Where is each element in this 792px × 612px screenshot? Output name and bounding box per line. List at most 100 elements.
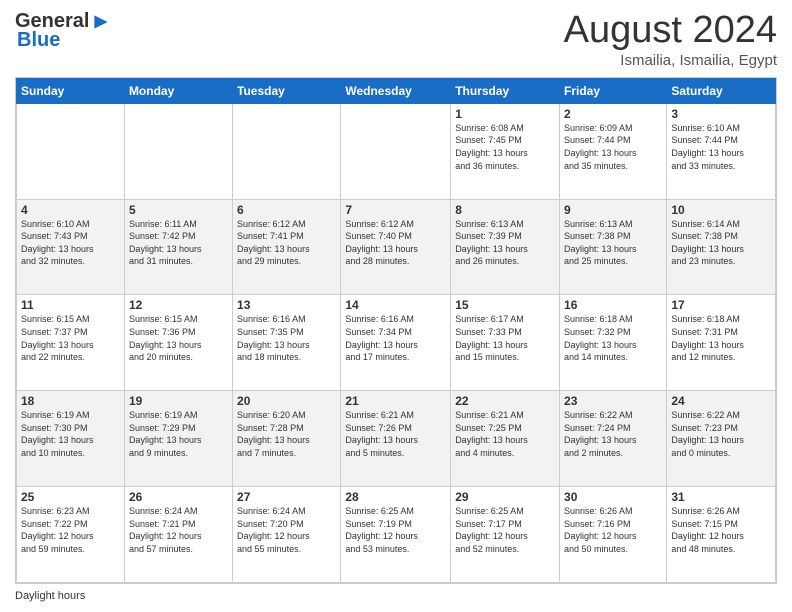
day-info: Sunrise: 6:20 AM Sunset: 7:28 PM Dayligh… xyxy=(237,409,336,459)
day-info: Sunrise: 6:23 AM Sunset: 7:22 PM Dayligh… xyxy=(21,505,120,555)
day-cell: 14Sunrise: 6:16 AM Sunset: 7:34 PM Dayli… xyxy=(341,295,451,391)
day-info: Sunrise: 6:10 AM Sunset: 7:43 PM Dayligh… xyxy=(21,218,120,268)
day-info: Sunrise: 6:19 AM Sunset: 7:30 PM Dayligh… xyxy=(21,409,120,459)
week-row-0: 1Sunrise: 6:08 AM Sunset: 7:45 PM Daylig… xyxy=(17,103,776,199)
day-cell: 26Sunrise: 6:24 AM Sunset: 7:21 PM Dayli… xyxy=(124,487,232,583)
day-info: Sunrise: 6:22 AM Sunset: 7:24 PM Dayligh… xyxy=(564,409,662,459)
day-number: 23 xyxy=(564,394,662,408)
day-info: Sunrise: 6:26 AM Sunset: 7:16 PM Dayligh… xyxy=(564,505,662,555)
weekday-header-saturday: Saturday xyxy=(667,78,776,103)
day-info: Sunrise: 6:14 AM Sunset: 7:38 PM Dayligh… xyxy=(671,218,771,268)
day-cell: 8Sunrise: 6:13 AM Sunset: 7:39 PM Daylig… xyxy=(451,199,560,295)
day-info: Sunrise: 6:15 AM Sunset: 7:36 PM Dayligh… xyxy=(129,313,228,363)
weekday-header-tuesday: Tuesday xyxy=(233,78,341,103)
title-area: August 2024 Ismailia, Ismailia, Egypt xyxy=(564,10,777,69)
day-number: 22 xyxy=(455,394,555,408)
day-info: Sunrise: 6:25 AM Sunset: 7:19 PM Dayligh… xyxy=(345,505,446,555)
day-number: 4 xyxy=(21,203,120,217)
daylight-label: Daylight hours xyxy=(15,590,85,602)
day-info: Sunrise: 6:22 AM Sunset: 7:23 PM Dayligh… xyxy=(671,409,771,459)
day-cell: 21Sunrise: 6:21 AM Sunset: 7:26 PM Dayli… xyxy=(341,391,451,487)
day-number: 14 xyxy=(345,298,446,312)
day-info: Sunrise: 6:15 AM Sunset: 7:37 PM Dayligh… xyxy=(21,313,120,363)
day-cell: 16Sunrise: 6:18 AM Sunset: 7:32 PM Dayli… xyxy=(560,295,667,391)
day-info: Sunrise: 6:13 AM Sunset: 7:38 PM Dayligh… xyxy=(564,218,662,268)
day-number: 26 xyxy=(129,490,228,504)
footer: Daylight hours xyxy=(15,590,777,602)
day-number: 12 xyxy=(129,298,228,312)
day-number: 20 xyxy=(237,394,336,408)
day-cell: 1Sunrise: 6:08 AM Sunset: 7:45 PM Daylig… xyxy=(451,103,560,199)
day-info: Sunrise: 6:24 AM Sunset: 7:20 PM Dayligh… xyxy=(237,505,336,555)
calendar-body: 1Sunrise: 6:08 AM Sunset: 7:45 PM Daylig… xyxy=(17,103,776,582)
day-number: 5 xyxy=(129,203,228,217)
day-number: 21 xyxy=(345,394,446,408)
day-info: Sunrise: 6:16 AM Sunset: 7:34 PM Dayligh… xyxy=(345,313,446,363)
day-cell: 4Sunrise: 6:10 AM Sunset: 7:43 PM Daylig… xyxy=(17,199,125,295)
day-info: Sunrise: 6:24 AM Sunset: 7:21 PM Dayligh… xyxy=(129,505,228,555)
day-cell: 28Sunrise: 6:25 AM Sunset: 7:19 PM Dayli… xyxy=(341,487,451,583)
day-number: 30 xyxy=(564,490,662,504)
week-row-1: 4Sunrise: 6:10 AM Sunset: 7:43 PM Daylig… xyxy=(17,199,776,295)
day-info: Sunrise: 6:12 AM Sunset: 7:40 PM Dayligh… xyxy=(345,218,446,268)
day-cell: 6Sunrise: 6:12 AM Sunset: 7:41 PM Daylig… xyxy=(233,199,341,295)
day-cell: 15Sunrise: 6:17 AM Sunset: 7:33 PM Dayli… xyxy=(451,295,560,391)
day-info: Sunrise: 6:18 AM Sunset: 7:32 PM Dayligh… xyxy=(564,313,662,363)
day-cell: 13Sunrise: 6:16 AM Sunset: 7:35 PM Dayli… xyxy=(233,295,341,391)
weekday-header-thursday: Thursday xyxy=(451,78,560,103)
day-cell: 27Sunrise: 6:24 AM Sunset: 7:20 PM Dayli… xyxy=(233,487,341,583)
day-info: Sunrise: 6:25 AM Sunset: 7:17 PM Dayligh… xyxy=(455,505,555,555)
day-cell: 17Sunrise: 6:18 AM Sunset: 7:31 PM Dayli… xyxy=(667,295,776,391)
day-number: 29 xyxy=(455,490,555,504)
day-cell xyxy=(233,103,341,199)
day-cell: 5Sunrise: 6:11 AM Sunset: 7:42 PM Daylig… xyxy=(124,199,232,295)
day-cell: 10Sunrise: 6:14 AM Sunset: 7:38 PM Dayli… xyxy=(667,199,776,295)
weekday-row: SundayMondayTuesdayWednesdayThursdayFrid… xyxy=(17,78,776,103)
day-number: 31 xyxy=(671,490,771,504)
day-number: 3 xyxy=(671,107,771,121)
weekday-header-sunday: Sunday xyxy=(17,78,125,103)
day-number: 6 xyxy=(237,203,336,217)
day-cell: 9Sunrise: 6:13 AM Sunset: 7:38 PM Daylig… xyxy=(560,199,667,295)
day-info: Sunrise: 6:21 AM Sunset: 7:25 PM Dayligh… xyxy=(455,409,555,459)
calendar-table: SundayMondayTuesdayWednesdayThursdayFrid… xyxy=(16,78,776,583)
day-cell: 7Sunrise: 6:12 AM Sunset: 7:40 PM Daylig… xyxy=(341,199,451,295)
logo-blue: Blue xyxy=(17,29,60,51)
weekday-header-monday: Monday xyxy=(124,78,232,103)
day-info: Sunrise: 6:13 AM Sunset: 7:39 PM Dayligh… xyxy=(455,218,555,268)
day-cell: 18Sunrise: 6:19 AM Sunset: 7:30 PM Dayli… xyxy=(17,391,125,487)
day-number: 28 xyxy=(345,490,446,504)
day-number: 25 xyxy=(21,490,120,504)
day-info: Sunrise: 6:17 AM Sunset: 7:33 PM Dayligh… xyxy=(455,313,555,363)
week-row-3: 18Sunrise: 6:19 AM Sunset: 7:30 PM Dayli… xyxy=(17,391,776,487)
day-cell xyxy=(124,103,232,199)
day-number: 17 xyxy=(671,298,771,312)
day-info: Sunrise: 6:10 AM Sunset: 7:44 PM Dayligh… xyxy=(671,122,771,172)
page: General Blue August 2024 Ismailia, Ismai… xyxy=(0,0,792,612)
header: General Blue August 2024 Ismailia, Ismai… xyxy=(15,10,777,69)
day-cell: 23Sunrise: 6:22 AM Sunset: 7:24 PM Dayli… xyxy=(560,391,667,487)
day-cell xyxy=(341,103,451,199)
day-cell: 24Sunrise: 6:22 AM Sunset: 7:23 PM Dayli… xyxy=(667,391,776,487)
day-cell: 11Sunrise: 6:15 AM Sunset: 7:37 PM Dayli… xyxy=(17,295,125,391)
day-info: Sunrise: 6:12 AM Sunset: 7:41 PM Dayligh… xyxy=(237,218,336,268)
day-info: Sunrise: 6:18 AM Sunset: 7:31 PM Dayligh… xyxy=(671,313,771,363)
day-cell: 31Sunrise: 6:26 AM Sunset: 7:15 PM Dayli… xyxy=(667,487,776,583)
day-info: Sunrise: 6:16 AM Sunset: 7:35 PM Dayligh… xyxy=(237,313,336,363)
calendar: SundayMondayTuesdayWednesdayThursdayFrid… xyxy=(15,77,777,584)
weekday-header-wednesday: Wednesday xyxy=(341,78,451,103)
day-cell xyxy=(17,103,125,199)
day-number: 1 xyxy=(455,107,555,121)
week-row-2: 11Sunrise: 6:15 AM Sunset: 7:37 PM Dayli… xyxy=(17,295,776,391)
day-info: Sunrise: 6:19 AM Sunset: 7:29 PM Dayligh… xyxy=(129,409,228,459)
day-number: 15 xyxy=(455,298,555,312)
day-cell: 29Sunrise: 6:25 AM Sunset: 7:17 PM Dayli… xyxy=(451,487,560,583)
day-cell: 22Sunrise: 6:21 AM Sunset: 7:25 PM Dayli… xyxy=(451,391,560,487)
day-number: 10 xyxy=(671,203,771,217)
day-number: 9 xyxy=(564,203,662,217)
day-number: 8 xyxy=(455,203,555,217)
calendar-header: SundayMondayTuesdayWednesdayThursdayFrid… xyxy=(17,78,776,103)
day-number: 18 xyxy=(21,394,120,408)
logo-icon xyxy=(91,12,111,32)
day-cell: 2Sunrise: 6:09 AM Sunset: 7:44 PM Daylig… xyxy=(560,103,667,199)
